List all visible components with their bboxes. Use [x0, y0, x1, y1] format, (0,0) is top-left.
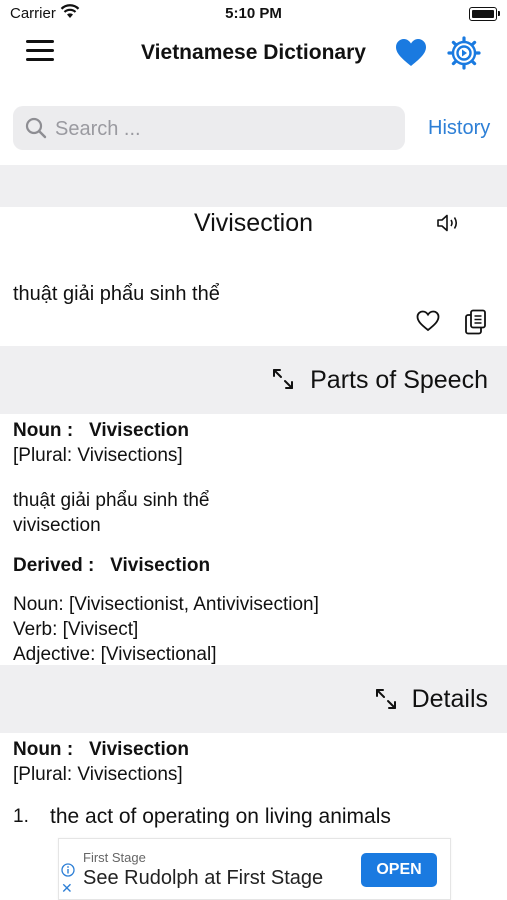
pos-noun-label: Noun :: [13, 420, 74, 441]
expand-icon[interactable]: [375, 688, 397, 715]
parts-of-speech-header[interactable]: Parts of Speech: [0, 346, 507, 414]
search-input[interactable]: [53, 115, 397, 143]
copy-icon[interactable]: [464, 309, 488, 340]
pos-meaning-en: vivisection: [13, 515, 101, 536]
favorite-heart-icon[interactable]: [416, 310, 440, 337]
pos-noun-word: Vivisection: [89, 420, 189, 441]
battery-icon: [469, 7, 500, 21]
derived-line: Derived : Vivisection: [13, 553, 210, 578]
settings-gear-icon[interactable]: [447, 36, 481, 70]
history-button[interactable]: History: [428, 117, 490, 140]
pos-plural: [Plural: Vivisections]: [13, 445, 183, 466]
pos-meaning-vi: thuật giải phẩu sinh thể: [13, 490, 210, 511]
details-title: Details: [411, 685, 488, 713]
ad-close-icon[interactable]: ✕: [61, 881, 73, 895]
expand-icon[interactable]: [272, 368, 294, 395]
derived-label: Derived :: [13, 555, 95, 576]
entry-translation: thuật giải phẩu sinh thể: [13, 283, 220, 305]
header-band: [0, 165, 507, 207]
search-bar[interactable]: [13, 106, 405, 150]
ad-sponsor: First Stage: [83, 850, 146, 865]
pos-noun-line: Noun : Vivisection: [13, 418, 189, 443]
derived-adjective: Adjective: [Vivisectional]: [13, 644, 217, 665]
derived-word: Vivisection: [110, 555, 211, 576]
details-noun-label: Noun :: [13, 739, 74, 760]
details-plural: [Plural: Vivisections]: [13, 764, 183, 785]
page-title: Vietnamese Dictionary: [141, 41, 366, 64]
details-noun-word: Vivisection: [89, 739, 189, 760]
details-noun-line: Noun : Vivisection: [13, 737, 189, 762]
status-bar: Carrier 5:10 PM: [0, 0, 507, 28]
favorites-heart-icon[interactable]: [395, 38, 427, 68]
ad-banner[interactable]: ✕ First Stage See Rudolph at First Stage…: [58, 838, 451, 900]
entry-word: Vivisection: [193, 209, 314, 237]
speaker-icon[interactable]: [436, 212, 462, 239]
definition-text: the act of operating on living animals: [50, 805, 391, 828]
derived-verb: Verb: [Vivisect]: [13, 619, 139, 640]
parts-of-speech-title: Parts of Speech: [310, 366, 488, 394]
ad-headline: See Rudolph at First Stage: [83, 867, 324, 889]
ad-open-button[interactable]: OPEN: [361, 853, 437, 887]
status-time: 5:10 PM: [225, 5, 282, 22]
search-icon: [25, 117, 47, 144]
details-header[interactable]: Details: [0, 665, 507, 733]
definition-number: 1.: [13, 806, 29, 827]
derived-noun: Noun: [Vivisectionist, Antivivisection]: [13, 594, 319, 615]
